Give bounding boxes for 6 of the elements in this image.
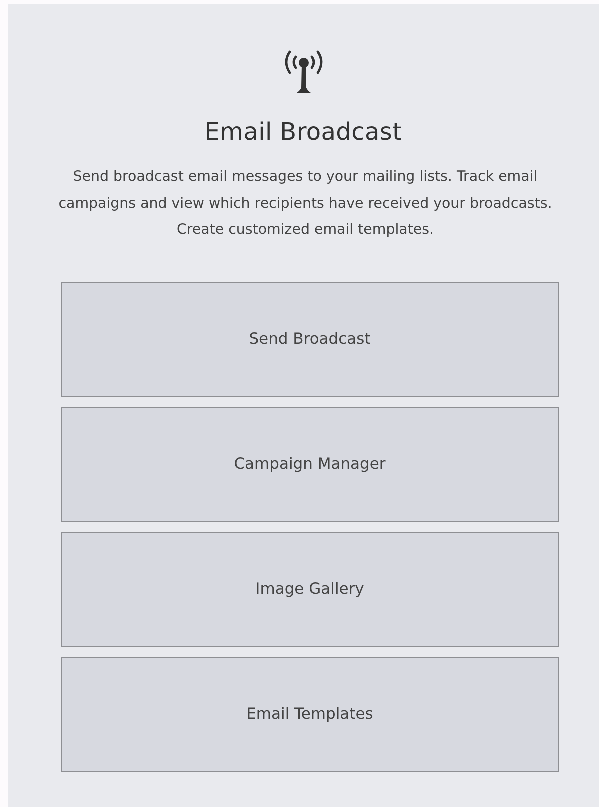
menu-tile-button[interactable]: Campaign Manager xyxy=(61,406,559,522)
menu-tile-button[interactable]: Send Broadcast xyxy=(61,282,559,396)
page-title: Email Broadcast xyxy=(204,118,404,146)
menu-tile-button[interactable]: Image Gallery xyxy=(61,532,559,646)
description-text: Send broadcast email messages to your mailing lists. Track email campaigns and view which recipients have received your broadcasts. Create customized email templates. xyxy=(58,168,554,240)
menu-tile-button[interactable]: Email Templates xyxy=(61,656,559,772)
